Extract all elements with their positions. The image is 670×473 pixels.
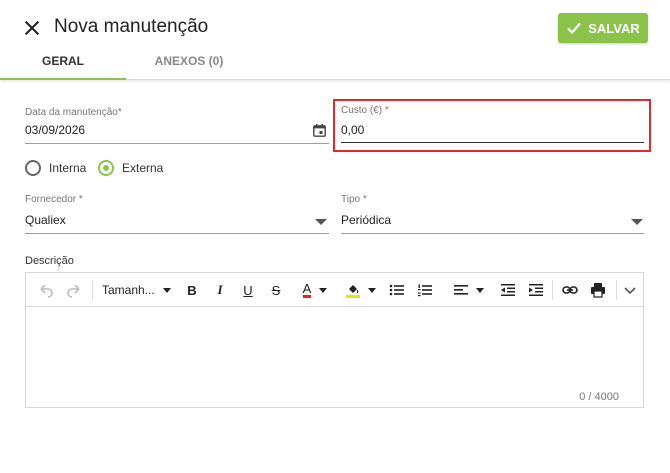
- caret-down-icon: [162, 287, 171, 293]
- date-underline: [25, 143, 329, 144]
- outdent-icon[interactable]: [500, 281, 516, 299]
- supplier-label: Fornecedor *: [25, 194, 83, 205]
- close-icon[interactable]: [22, 18, 42, 38]
- type-select[interactable]: Periódica: [341, 213, 391, 227]
- fill-bucket-icon: [346, 285, 360, 298]
- indent-icon[interactable]: [528, 281, 544, 299]
- strikethrough-button[interactable]: S: [268, 281, 284, 299]
- font-color-button[interactable]: A: [298, 281, 332, 299]
- highlight-color-button[interactable]: [344, 281, 378, 299]
- character-counter: 0 / 4000: [579, 391, 619, 403]
- radio-externa[interactable]: [98, 160, 114, 176]
- cost-underline: [341, 142, 644, 143]
- caret-down-icon: [476, 287, 484, 293]
- underline-button[interactable]: U: [240, 281, 256, 299]
- cost-input[interactable]: 0,00: [341, 123, 364, 137]
- chevron-down-icon[interactable]: [631, 219, 643, 225]
- radio-externa-label[interactable]: Externa: [122, 161, 163, 175]
- chevron-down-icon[interactable]: [315, 219, 327, 225]
- save-button-label: SALVAR: [588, 20, 640, 36]
- toolbar-divider: [92, 280, 93, 300]
- font-size-label: Tamanh...: [102, 283, 155, 297]
- align-dropdown[interactable]: [450, 281, 488, 299]
- supplier-select[interactable]: Qualiex: [25, 213, 66, 227]
- editor-toolbar: Tamanh... B I U S A: [26, 273, 643, 307]
- check-icon: [567, 22, 582, 35]
- link-icon[interactable]: [562, 281, 578, 299]
- maintenance-dialog: Nova manutenção SALVAR GERAL ANEXOS (0) …: [0, 0, 670, 473]
- date-label: Data da manutenção*: [25, 107, 122, 118]
- caret-down-icon: [368, 287, 376, 293]
- supplier-underline: [25, 233, 329, 234]
- caret-down-icon: [319, 287, 328, 293]
- toolbar-divider: [552, 280, 553, 300]
- toolbar-divider: [616, 280, 617, 300]
- print-icon[interactable]: [590, 281, 606, 299]
- tab-geral[interactable]: GERAL: [0, 54, 126, 80]
- save-button[interactable]: SALVAR: [558, 13, 648, 43]
- align-left-icon: [454, 285, 468, 295]
- radio-interna[interactable]: [25, 160, 41, 176]
- calendar-icon[interactable]: [313, 124, 326, 137]
- bullet-list-icon[interactable]: [389, 281, 405, 299]
- bold-button[interactable]: B: [184, 281, 200, 299]
- font-size-dropdown[interactable]: Tamanh...: [102, 281, 178, 299]
- cost-label: Custo (€) *: [341, 105, 389, 116]
- page-title: Nova manutenção: [54, 16, 209, 37]
- italic-button[interactable]: I: [212, 281, 228, 299]
- tab-anexos[interactable]: ANEXOS (0): [126, 54, 252, 80]
- numbered-list-icon[interactable]: [417, 281, 433, 299]
- type-label: Tipo *: [341, 194, 367, 205]
- dialog-header: Nova manutenção SALVAR GERAL ANEXOS (0): [0, 0, 670, 80]
- type-underline: [341, 233, 644, 234]
- undo-icon[interactable]: [38, 281, 54, 299]
- chevron-down-icon[interactable]: [623, 281, 637, 299]
- radio-interna-label[interactable]: Interna: [49, 161, 86, 175]
- date-input[interactable]: 03/09/2026: [25, 123, 85, 137]
- rich-text-editor[interactable]: Tamanh... B I U S A 0 / 4000: [25, 272, 644, 408]
- redo-icon[interactable]: [66, 281, 82, 299]
- font-color-label: A: [302, 281, 312, 298]
- description-label: Descrição: [25, 255, 74, 267]
